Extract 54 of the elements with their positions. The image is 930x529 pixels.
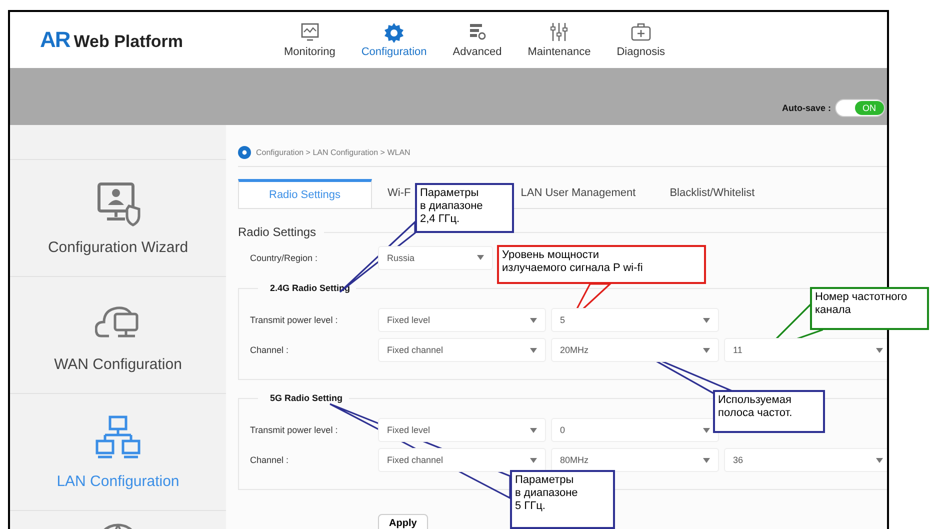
tab[interactable]: LAN User Management — [520, 179, 636, 208]
callout-text: Уровень мощности излучаемого сигнала P wi-fi — [497, 245, 706, 284]
dropdown[interactable]: Fixed level — [378, 418, 546, 442]
dropdown[interactable]: 36 — [724, 448, 887, 472]
dropdown[interactable]: 5 — [551, 308, 719, 332]
dropdown[interactable]: Fixed level — [378, 308, 546, 332]
callout-text: Параметры в диапазоне 2,4 ГГц. — [415, 183, 514, 233]
field-label: Transmit power level : — [250, 315, 339, 325]
caret-icon — [530, 318, 537, 322]
briefcase-plus-icon — [630, 22, 652, 43]
caret-icon — [876, 348, 883, 352]
dropdown[interactable]: 0 — [551, 418, 719, 442]
dropdown[interactable]: Fixed channel — [378, 338, 546, 362]
network-icon — [95, 414, 141, 460]
nav-tab[interactable]: Diagnosis — [612, 22, 670, 58]
caret-icon — [530, 348, 537, 352]
dropdown[interactable]: 11 — [724, 338, 887, 362]
nav-tab[interactable]: Advanced — [448, 22, 506, 58]
settings-icon — [383, 22, 406, 43]
sliders-icon — [548, 22, 570, 43]
logo-text: Web Platform — [74, 32, 184, 52]
caret-icon — [530, 458, 537, 462]
breadcrumb-text: Configuration > LAN Configuration > WLAN — [256, 148, 410, 158]
callout-text: Номер частотного канала — [810, 287, 929, 330]
caret-icon — [876, 458, 883, 462]
monitor-icon — [298, 22, 321, 43]
tab[interactable]: Blacklist/Whitelist — [670, 179, 755, 208]
location-dot-icon — [238, 146, 251, 160]
dropdown[interactable]: Russia — [378, 246, 493, 270]
nav-tab[interactable]: Maintenance — [524, 22, 595, 58]
field-label: Channel : — [250, 345, 290, 355]
caret-icon — [703, 428, 710, 432]
caret-icon — [703, 458, 710, 462]
apply-button[interactable]: Apply — [378, 514, 428, 529]
nav-tab[interactable]: Configuration — [357, 22, 431, 58]
logo-mark: AR — [40, 27, 70, 53]
caret-icon — [703, 348, 710, 352]
callout-text: Используемая полоса частот. — [713, 390, 825, 433]
nav-tab[interactable]: Monitoring — [280, 22, 340, 58]
field-label: Country/Region : — [250, 252, 319, 263]
field-label: Channel : — [250, 455, 290, 465]
tab[interactable]: Wi-F — [388, 179, 411, 208]
dropdown[interactable]: 80MHz — [551, 448, 719, 472]
caret-icon — [477, 255, 484, 260]
monitor-user-shield-icon — [95, 180, 141, 226]
callout-text: Параметры в диапазоне 5 ГГц. — [510, 470, 615, 529]
caret-icon — [530, 428, 537, 432]
caret-icon — [703, 318, 710, 322]
dropdown[interactable]: Fixed channel — [378, 448, 546, 472]
field-label: Transmit power level : — [250, 425, 339, 435]
autosave-label: Auto-save : — [782, 102, 831, 115]
group-title: 5G Radio Setting — [269, 393, 344, 403]
section-title: Radio Settings — [238, 225, 316, 240]
dropdown[interactable]: 20MHz — [551, 338, 719, 362]
